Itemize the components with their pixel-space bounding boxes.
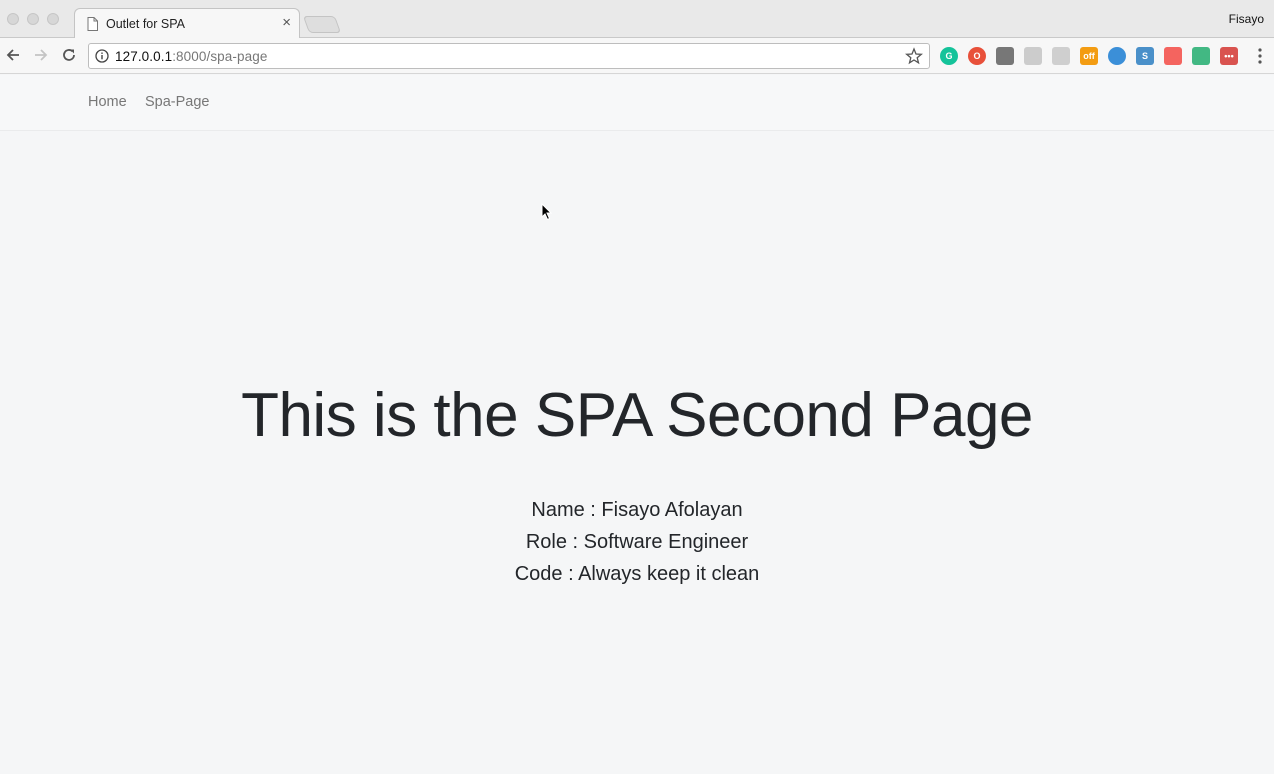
forward-button[interactable] xyxy=(29,43,53,67)
new-tab-button[interactable] xyxy=(302,16,342,33)
address-bar[interactable]: 127.0.0.1:8000/spa-page xyxy=(88,43,930,69)
frame-icon[interactable] xyxy=(1052,47,1070,65)
page-heading: This is the SPA Second Page xyxy=(241,381,1033,450)
back-arrow-icon xyxy=(6,49,19,61)
bookmark-star-icon[interactable] xyxy=(905,47,923,65)
opera-icon[interactable]: O xyxy=(968,47,986,65)
laravel-icon[interactable] xyxy=(1164,47,1182,65)
page-viewport: Home Spa-Page This is the SPA Second Pag… xyxy=(0,75,1274,774)
url-host: 127.0.0.1 xyxy=(115,49,173,64)
grammarly-icon[interactable]: G xyxy=(940,47,958,65)
forward-arrow-icon xyxy=(35,49,48,61)
browser-toolbar: 127.0.0.1:8000/spa-page G Ooff S ••• xyxy=(0,38,1274,74)
site-navbar: Home Spa-Page xyxy=(0,75,1274,131)
close-window-button[interactable] xyxy=(7,13,19,25)
shield-icon[interactable] xyxy=(996,47,1014,65)
tab-title: Outlet for SPA xyxy=(106,17,185,31)
code-line: Code : Always keep it clean xyxy=(514,563,760,585)
info-icon[interactable] xyxy=(95,49,109,63)
reload-button[interactable] xyxy=(57,43,81,67)
nav-home-link[interactable]: Home xyxy=(88,94,127,110)
lastpass-icon[interactable]: ••• xyxy=(1220,47,1238,65)
vue-icon[interactable] xyxy=(1192,47,1210,65)
browser-titlebar: Outlet for SPA × Fisayo xyxy=(0,0,1274,39)
name-line: Name : Fisayo Afolayan xyxy=(531,499,743,521)
role-line: Role : Software Engineer xyxy=(525,531,749,553)
s-icon[interactable]: S xyxy=(1136,47,1154,65)
tab-close-icon[interactable]: × xyxy=(282,14,291,32)
minimize-window-button[interactable] xyxy=(27,13,39,25)
url-path: :8000/spa-page xyxy=(172,49,268,64)
mouse-cursor-icon xyxy=(541,203,553,221)
document-icon xyxy=(87,17,98,31)
back-button[interactable] xyxy=(1,43,25,67)
nav-spa-page-link[interactable]: Spa-Page xyxy=(145,94,210,110)
puzzle-icon[interactable] xyxy=(1024,47,1042,65)
offline-icon[interactable]: off xyxy=(1080,47,1098,65)
more-menu-icon[interactable] xyxy=(1258,48,1262,64)
globe-icon[interactable] xyxy=(1108,47,1126,65)
profile-name[interactable]: Fisayo xyxy=(1229,12,1264,26)
browser-tab[interactable]: Outlet for SPA × xyxy=(74,8,300,39)
reload-icon xyxy=(63,49,75,61)
url-text[interactable]: 127.0.0.1:8000/spa-page xyxy=(115,49,267,64)
zoom-window-button[interactable] xyxy=(47,13,59,25)
